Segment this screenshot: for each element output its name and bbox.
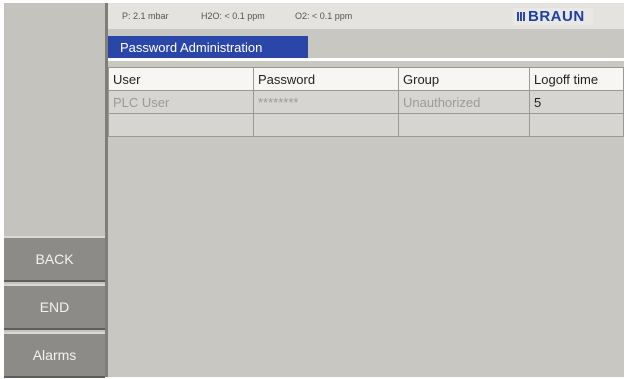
cell-password[interactable] xyxy=(253,113,399,137)
table-row[interactable] xyxy=(108,113,624,137)
cell-user[interactable] xyxy=(108,113,254,137)
alarms-button[interactable]: Alarms xyxy=(4,332,105,378)
column-header-group: Group xyxy=(398,67,530,91)
sidebar: BACK END Alarms xyxy=(4,3,108,378)
cell-group[interactable]: Unauthorized xyxy=(398,90,530,114)
logo-text: BRAUN xyxy=(528,8,585,25)
password-table: User Password Group Logoff time PLC User… xyxy=(108,67,624,137)
status-bar: P: 2.1 mbar H2O: < 0.1 ppm O2: < 0.1 ppm… xyxy=(108,3,624,29)
cell-logoff-time[interactable] xyxy=(529,113,624,137)
h2o-readout: H2O: < 0.1 ppm xyxy=(201,11,265,21)
cell-user[interactable]: PLC User xyxy=(108,90,254,114)
o2-readout: O2: < 0.1 ppm xyxy=(295,11,353,21)
back-button[interactable]: BACK xyxy=(4,236,105,282)
page-title: Password Administration xyxy=(108,36,308,58)
column-header-user: User xyxy=(108,67,254,91)
pressure-readout: P: 2.1 mbar xyxy=(122,11,169,21)
table-row[interactable]: PLC User ******** Unauthorized 5 xyxy=(108,90,624,114)
table-header-row: User Password Group Logoff time xyxy=(108,67,624,91)
hmi-screen: BACK END Alarms P: 2.1 mbar H2O: < 0.1 p… xyxy=(4,3,624,378)
cell-password[interactable]: ******** xyxy=(253,90,399,114)
column-header-password: Password xyxy=(253,67,399,91)
cell-logoff-time[interactable]: 5 xyxy=(529,90,624,114)
column-header-logoff-time: Logoff time xyxy=(529,67,624,91)
braun-logo: BRAUN xyxy=(513,8,593,25)
logo-mark-icon xyxy=(517,12,525,21)
title-divider xyxy=(108,58,624,61)
cell-group[interactable] xyxy=(398,113,530,137)
end-button[interactable]: END xyxy=(4,284,105,330)
